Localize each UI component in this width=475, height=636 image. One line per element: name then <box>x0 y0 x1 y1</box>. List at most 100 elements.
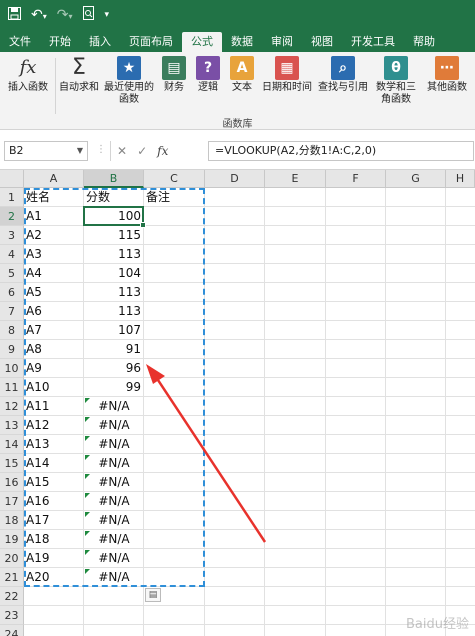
column-header-a[interactable]: A <box>24 170 84 188</box>
cell-score[interactable]: 113 <box>84 245 144 264</box>
cell-name[interactable]: A7 <box>24 321 84 340</box>
cell-score[interactable]: 104 <box>84 264 144 283</box>
cell-score[interactable]: 99 <box>84 378 144 397</box>
formula-input[interactable]: =VLOOKUP(A2,分数1!A:C,2,0) <box>208 141 474 161</box>
cell-name[interactable]: A19 <box>24 549 84 568</box>
cell-name[interactable]: A8 <box>24 340 84 359</box>
name-box[interactable]: B2 ▼ <box>4 141 88 161</box>
row-header[interactable]: 9 <box>0 340 24 359</box>
date-time-button[interactable]: ▦ 日期和时间 <box>260 56 314 94</box>
text-button[interactable]: A 文本 <box>226 56 258 94</box>
cell-name[interactable]: A18 <box>24 530 84 549</box>
tab-9[interactable]: 帮助 <box>404 32 444 52</box>
tab-0[interactable]: 文件 <box>0 32 40 52</box>
tab-2[interactable]: 插入 <box>80 32 120 52</box>
row-header[interactable]: 24 <box>0 625 24 636</box>
cell-name[interactable]: A2 <box>24 226 84 245</box>
row-header[interactable]: 3 <box>0 226 24 245</box>
row-header[interactable]: 8 <box>0 321 24 340</box>
cell-a1[interactable]: 姓名 <box>24 188 84 207</box>
cell-score[interactable]: #N/A <box>84 416 144 435</box>
cell-name[interactable]: A4 <box>24 264 84 283</box>
financial-button[interactable]: ▤ 财务 <box>158 56 190 94</box>
tab-1[interactable]: 开始 <box>40 32 80 52</box>
math-trig-button[interactable]: θ 数学和三角函数 <box>372 56 420 106</box>
cell-score[interactable]: 100 <box>84 207 144 226</box>
column-header-e[interactable]: E <box>265 170 326 188</box>
column-header-f[interactable]: F <box>326 170 386 188</box>
select-all-corner[interactable] <box>0 170 24 188</box>
logical-button[interactable]: ? 逻辑 <box>192 56 224 94</box>
tab-6[interactable]: 审阅 <box>262 32 302 52</box>
cell-name[interactable]: A6 <box>24 302 84 321</box>
row-header[interactable]: 19 <box>0 530 24 549</box>
row-header[interactable]: 23 <box>0 606 24 625</box>
cell-score[interactable]: #N/A <box>84 454 144 473</box>
row-header[interactable]: 4 <box>0 245 24 264</box>
save-icon[interactable] <box>8 6 21 24</box>
cell-score[interactable]: 115 <box>84 226 144 245</box>
cell-name[interactable]: A9 <box>24 359 84 378</box>
row-header[interactable]: 18 <box>0 511 24 530</box>
cell-score[interactable]: 113 <box>84 283 144 302</box>
row-header[interactable]: 14 <box>0 435 24 454</box>
cell-name[interactable]: A1 <box>24 207 84 226</box>
tab-4[interactable]: 公式 <box>182 32 222 52</box>
cell-score[interactable]: #N/A <box>84 530 144 549</box>
cell-name[interactable]: A13 <box>24 435 84 454</box>
row-header[interactable]: 20 <box>0 549 24 568</box>
cell-score[interactable]: #N/A <box>84 473 144 492</box>
row-header[interactable]: 2 <box>0 207 24 226</box>
cell-name[interactable]: A10 <box>24 378 84 397</box>
cell-score[interactable]: #N/A <box>84 397 144 416</box>
cell-score[interactable]: 107 <box>84 321 144 340</box>
cell-score[interactable]: #N/A <box>84 492 144 511</box>
cell-b1[interactable]: 分数 <box>84 188 144 207</box>
undo-icon[interactable]: ↶▾ <box>31 7 47 23</box>
column-header-d[interactable]: D <box>205 170 265 188</box>
row-header[interactable]: 21 <box>0 568 24 587</box>
row-header[interactable]: 12 <box>0 397 24 416</box>
insert-function-button[interactable]: fx 插入函数 <box>4 56 52 94</box>
row-header[interactable]: 16 <box>0 473 24 492</box>
row-header[interactable]: 7 <box>0 302 24 321</box>
cell-name[interactable]: A3 <box>24 245 84 264</box>
tab-5[interactable]: 数据 <box>222 32 262 52</box>
cell-score[interactable]: 91 <box>84 340 144 359</box>
cancel-icon[interactable]: ✕ <box>117 144 127 158</box>
column-header-b[interactable]: B <box>84 170 144 188</box>
row-header[interactable]: 6 <box>0 283 24 302</box>
cell-name[interactable]: A11 <box>24 397 84 416</box>
enter-icon[interactable]: ✓ <box>137 144 147 158</box>
cell-name[interactable]: A17 <box>24 511 84 530</box>
cell-name[interactable]: A12 <box>24 416 84 435</box>
paste-options-icon[interactable]: ▤ <box>145 588 161 602</box>
row-header[interactable]: 15 <box>0 454 24 473</box>
row-header[interactable]: 13 <box>0 416 24 435</box>
cell-score[interactable]: 113 <box>84 302 144 321</box>
autosum-button[interactable]: Σ 自动求和 <box>58 56 100 94</box>
print-preview-icon[interactable] <box>82 6 95 24</box>
cell-name[interactable]: A20 <box>24 568 84 587</box>
fill-handle[interactable] <box>140 222 146 228</box>
cell-score[interactable]: 96 <box>84 359 144 378</box>
worksheet-grid[interactable]: A B C D E F G H 1 2 3 4 5 6 7 8 9 10 11 12 13 14 15 16 17 18 19 20 2… <box>0 170 475 636</box>
tab-7[interactable]: 视图 <box>302 32 342 52</box>
chevron-down-icon[interactable]: ▼ <box>77 142 83 160</box>
column-header-h[interactable]: H <box>446 170 475 188</box>
column-header-c[interactable]: C <box>144 170 205 188</box>
row-header[interactable]: 17 <box>0 492 24 511</box>
cell-score[interactable]: #N/A <box>84 568 144 587</box>
cell-score[interactable]: #N/A <box>84 435 144 454</box>
tab-8[interactable]: 开发工具 <box>342 32 404 52</box>
more-functions-button[interactable]: ⋯ 其他函数 <box>422 56 472 94</box>
row-header[interactable]: 5 <box>0 264 24 283</box>
insert-function-icon[interactable]: fx <box>157 144 168 158</box>
tab-3[interactable]: 页面布局 <box>120 32 182 52</box>
cell-name[interactable]: A5 <box>24 283 84 302</box>
recent-functions-button[interactable]: ★ 最近使用的函数 <box>102 56 156 106</box>
row-header[interactable]: 1 <box>0 188 24 207</box>
customize-qat-icon[interactable]: ▾ <box>105 10 110 20</box>
cell-name[interactable]: A15 <box>24 473 84 492</box>
cell-score[interactable]: #N/A <box>84 511 144 530</box>
